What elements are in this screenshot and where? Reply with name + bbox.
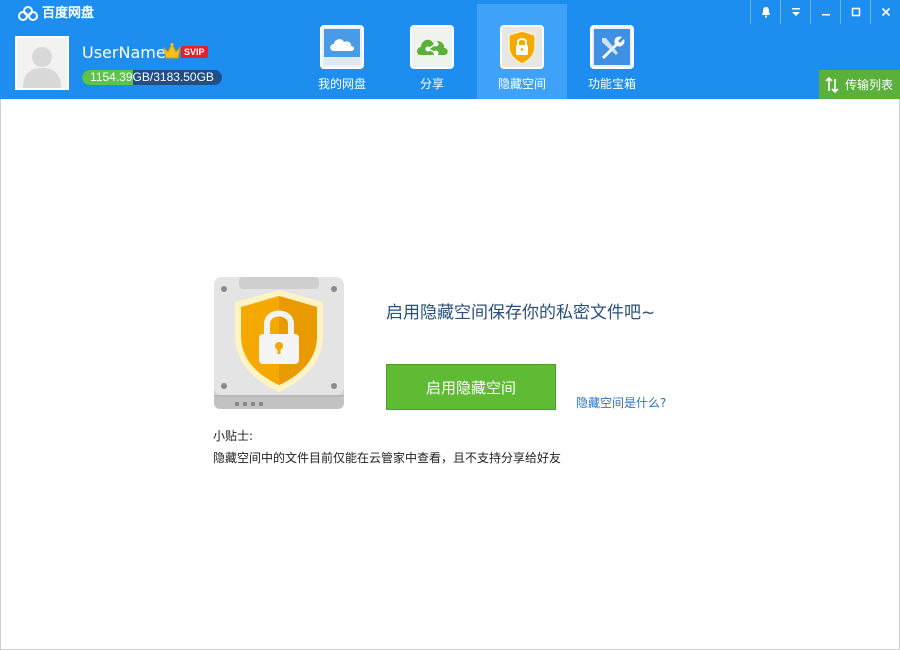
- close-button[interactable]: [870, 0, 900, 24]
- tips-text: 隐藏空间中的文件目前仅能在云管家中查看，且不支持分享给好友: [213, 451, 562, 465]
- skin-icon: [761, 7, 770, 18]
- tab-share[interactable]: 分享: [387, 4, 477, 99]
- avatar[interactable]: [15, 36, 69, 90]
- cloud-icon: [320, 25, 364, 69]
- minimize-button[interactable]: [810, 0, 840, 24]
- quota-text: 1154.39GB/3183.50GB: [82, 70, 222, 85]
- quota-used: 1154.39: [90, 70, 133, 84]
- baidu-cloud-logo-icon: [18, 6, 38, 21]
- window-controls: [750, 0, 900, 24]
- transfer-list-label: 传输列表: [845, 77, 894, 92]
- menu-button[interactable]: [780, 0, 810, 24]
- tab-label: 分享: [419, 77, 444, 91]
- tab-label: 我的网盘: [317, 77, 366, 91]
- lock-icon: [500, 25, 544, 69]
- username[interactable]: UserName: [82, 43, 166, 63]
- transfer-icon: [825, 76, 839, 93]
- minimize-icon: [821, 14, 830, 16]
- safe-lock-illustration-icon: [214, 277, 344, 409]
- promo-text: 启用隐藏空间保存你的私密文件吧~: [386, 303, 656, 323]
- close-icon: [881, 7, 890, 17]
- what-is-hidden-space-link[interactable]: 隐藏空间是什么?: [576, 395, 666, 411]
- tools-icon: [590, 25, 634, 69]
- skin-button[interactable]: [750, 0, 780, 24]
- maximize-icon: [851, 7, 860, 17]
- tips-title: 小贴士:: [213, 429, 254, 443]
- crown-icon: [163, 42, 181, 59]
- svip-badge[interactable]: SVIP: [181, 46, 208, 58]
- tab-hidden-space[interactable]: 隐藏空间: [477, 4, 567, 99]
- title-bar: 百度网盘 UserName SVIP 1154.39GB/3183.50GB 我…: [0, 0, 900, 99]
- quota-total: GB/3183.50GB: [132, 70, 214, 84]
- enable-hidden-space-button[interactable]: 启用隐藏空间: [386, 364, 556, 410]
- maximize-button[interactable]: [840, 0, 870, 24]
- tab-label: 功能宝箱: [587, 77, 636, 91]
- tab-my-drive[interactable]: 我的网盘: [297, 4, 387, 99]
- tab-label: 隐藏空间: [497, 77, 546, 91]
- storage-quota-bar[interactable]: 1154.39GB/3183.50GB: [82, 70, 222, 85]
- user-silhouette-icon: [23, 47, 61, 88]
- transfer-list-button[interactable]: 传输列表: [819, 70, 900, 99]
- dropdown-icon: [791, 8, 800, 16]
- app-title: 百度网盘: [42, 6, 95, 21]
- share-icon: [410, 25, 454, 69]
- tab-toolbox[interactable]: 功能宝箱: [567, 4, 657, 99]
